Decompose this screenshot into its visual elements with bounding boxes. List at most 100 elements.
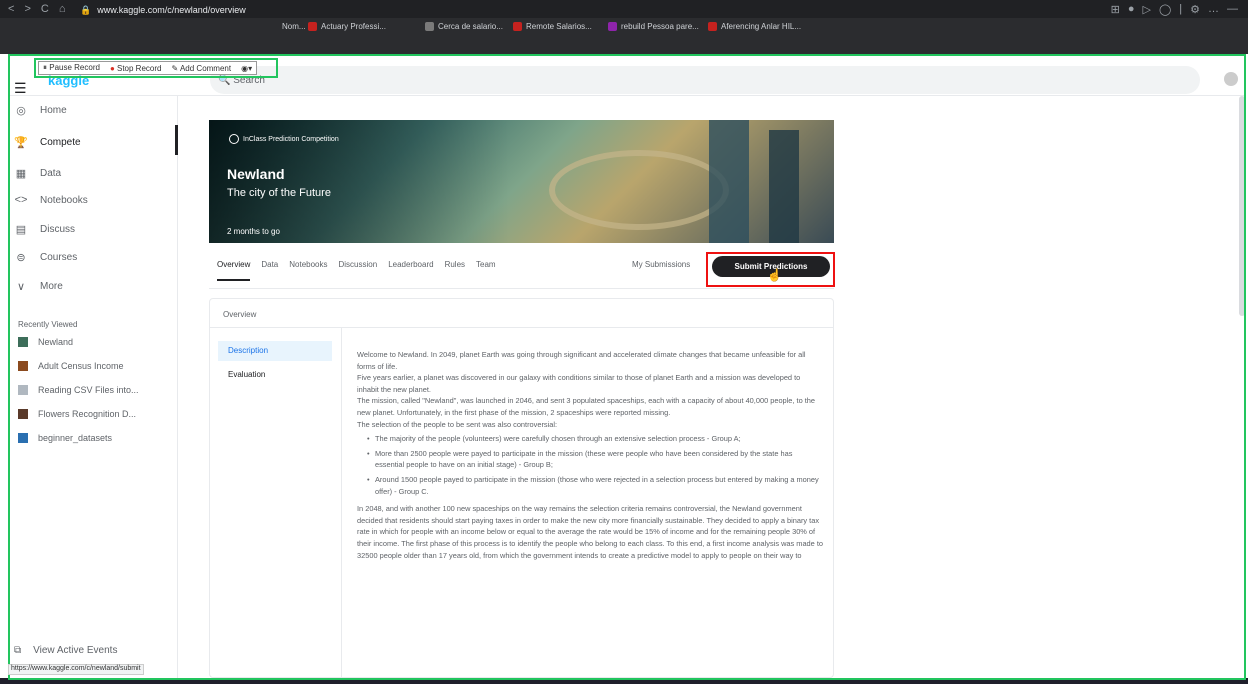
sidebar-item-more[interactable]: ∨ More	[14, 280, 63, 293]
recent-item-label: Adult Census Income	[38, 361, 124, 371]
lock-icon: 🔒	[80, 4, 92, 15]
sidebar-item-label: Data	[40, 168, 62, 179]
reload-icon[interactable]: C	[41, 3, 49, 15]
home-icon[interactable]: ⌂	[59, 3, 66, 15]
extension-icon[interactable]: ◯	[1159, 3, 1171, 16]
paragraph: The selection of the people to be sent w…	[357, 419, 558, 429]
overview-nav-description[interactable]: Description	[218, 341, 332, 361]
add-comment-button[interactable]: ✎ Add Comment	[171, 64, 231, 73]
recorder-menu-icon[interactable]: ◉▾	[241, 64, 252, 73]
description-text: Welcome to Newland. In 2049, planet Eart…	[357, 349, 823, 561]
recent-item[interactable]: Newland	[18, 337, 73, 347]
table-icon: ▦	[15, 168, 27, 180]
bookmark[interactable]: Aferencing Anlar HIL...	[708, 22, 801, 31]
bookmark[interactable]: Cerca de salario...	[425, 22, 503, 31]
bookmark-label: Remote Salarios...	[526, 22, 592, 31]
list-item: Around 1500 people payed to participate …	[367, 474, 823, 497]
sidebar-item-home[interactable]: ◎ Home	[14, 104, 67, 117]
sidebar-item-courses[interactable]: ⊜ Courses	[14, 251, 77, 264]
extension-icon[interactable]: ▷	[1142, 3, 1150, 16]
tab-team[interactable]: Team	[476, 260, 496, 281]
stop-record-button[interactable]: ● Stop Record	[110, 64, 162, 73]
sidebar-item-label: Notebooks	[40, 194, 88, 206]
paragraph: The mission, called "Newland", was launc…	[357, 396, 816, 417]
recorder-toolbar: ⏸ Pause Record ● Stop Record ✎ Add Comme…	[38, 61, 258, 75]
divider	[209, 288, 834, 289]
bookmark[interactable]: Remote Salarios...	[513, 22, 592, 31]
search-placeholder: Search	[233, 74, 265, 86]
pause-record-button[interactable]: ⏸ Pause Record	[43, 63, 100, 73]
hamburger-menu-icon[interactable]: ☰	[14, 80, 27, 97]
bookmark-label: Aferencing Anlar HIL...	[721, 22, 802, 31]
recent-thumbnail-icon	[18, 385, 28, 395]
search-input[interactable]: 🔍 Search	[210, 66, 1200, 94]
tab-notebooks[interactable]: Notebooks	[289, 260, 327, 281]
address-bar[interactable]: 🔒 www.kaggle.com/c/newland/overview	[80, 3, 246, 17]
minimize-icon[interactable]: —	[1227, 3, 1238, 16]
recent-item-label: Reading CSV Files into...	[38, 385, 139, 395]
recent-item[interactable]: Reading CSV Files into...	[18, 385, 139, 395]
time-remaining: 2 months to go	[227, 227, 280, 236]
tab-overview[interactable]: Overview	[217, 260, 251, 281]
recent-thumbnail-icon	[18, 337, 28, 347]
bookmark-label: Actuary Professi...	[321, 22, 386, 31]
courses-icon: ⊜	[16, 252, 26, 264]
bookmark[interactable]: Nom...	[282, 22, 306, 31]
kaggle-logo[interactable]: kaggle	[48, 73, 89, 88]
tab-leaderboard[interactable]: Leaderboard	[388, 260, 433, 281]
recent-item[interactable]: Adult Census Income	[18, 361, 124, 371]
competition-type: InClass Prediction Competition	[229, 134, 339, 144]
recent-item[interactable]: beginner_datasets	[18, 433, 112, 443]
discussion-icon: ▤	[15, 224, 27, 236]
banner-art	[709, 120, 749, 243]
active-indicator	[175, 125, 178, 155]
sidebar-item-discuss[interactable]: ▤ Discuss	[14, 223, 75, 236]
browser-nav: < > C ⌂	[8, 3, 65, 15]
tab-discussion[interactable]: Discussion	[339, 260, 378, 281]
view-events-label: View Active Events	[33, 645, 118, 656]
recent-item[interactable]: Flowers Recognition D...	[18, 409, 136, 419]
avatar[interactable]	[1224, 72, 1238, 86]
recently-viewed-title: Recently Viewed	[18, 320, 78, 329]
tab-rules[interactable]: Rules	[445, 260, 465, 281]
paragraph: Five years earlier, a planet was discove…	[357, 373, 801, 394]
sidebar-item-data[interactable]: ▦ Data	[14, 167, 61, 180]
overview-nav-evaluation[interactable]: Evaluation	[228, 370, 265, 379]
competition-type-label: InClass Prediction Competition	[243, 135, 339, 143]
recent-thumbnail-icon	[18, 409, 28, 419]
extension-icon[interactable]: ●	[1128, 3, 1135, 16]
banner-art	[549, 150, 729, 230]
sidebar-item-label: Courses	[40, 252, 78, 263]
sidebar-item-compete[interactable]: 🏆 Compete	[14, 136, 80, 149]
my-submissions-link[interactable]: My Submissions	[632, 260, 690, 269]
profile-icon[interactable]: ⚙	[1190, 3, 1200, 16]
view-active-events-link[interactable]: ⧉ View Active Events	[14, 645, 117, 656]
bookmark-favicon-icon	[425, 22, 434, 31]
sidebar-item-label: More	[40, 281, 63, 292]
competition-subtitle: The city of the Future	[227, 187, 331, 199]
status-bar-url: https://www.kaggle.com/c/newland/submit	[8, 664, 144, 675]
taskbar	[0, 678, 1248, 684]
bookmark[interactable]: Actuary Professi...	[308, 22, 386, 31]
scrollbar[interactable]	[1239, 96, 1245, 316]
hand-cursor-icon: ☝	[767, 268, 782, 282]
trophy-icon: 🏆	[14, 137, 28, 149]
extension-icon[interactable]: ⊞	[1111, 3, 1120, 16]
address-url[interactable]: www.kaggle.com/c/newland/overview	[97, 5, 246, 15]
bookmark-favicon-icon	[708, 22, 717, 31]
sidebar-item-label: Home	[40, 105, 67, 116]
menu-icon[interactable]: …	[1208, 3, 1219, 16]
code-icon: <>	[14, 194, 28, 206]
forward-icon[interactable]: >	[24, 3, 30, 15]
tab-data[interactable]: Data	[261, 260, 278, 281]
list-item: More than 2500 people were payed to part…	[367, 448, 823, 471]
home-icon: ◎	[16, 105, 26, 117]
bookmark-favicon-icon	[608, 22, 617, 31]
recent-item-label: Newland	[38, 337, 74, 347]
back-icon[interactable]: <	[8, 3, 14, 15]
events-icon: ⧉	[14, 645, 22, 656]
sidebar-item-notebooks[interactable]: <> Notebooks	[14, 194, 88, 206]
search-icon: 🔍	[218, 74, 234, 86]
list-item: The majority of the people (volunteers) …	[367, 433, 823, 445]
bookmark[interactable]: rebuild Pessoa pare...	[608, 22, 699, 31]
